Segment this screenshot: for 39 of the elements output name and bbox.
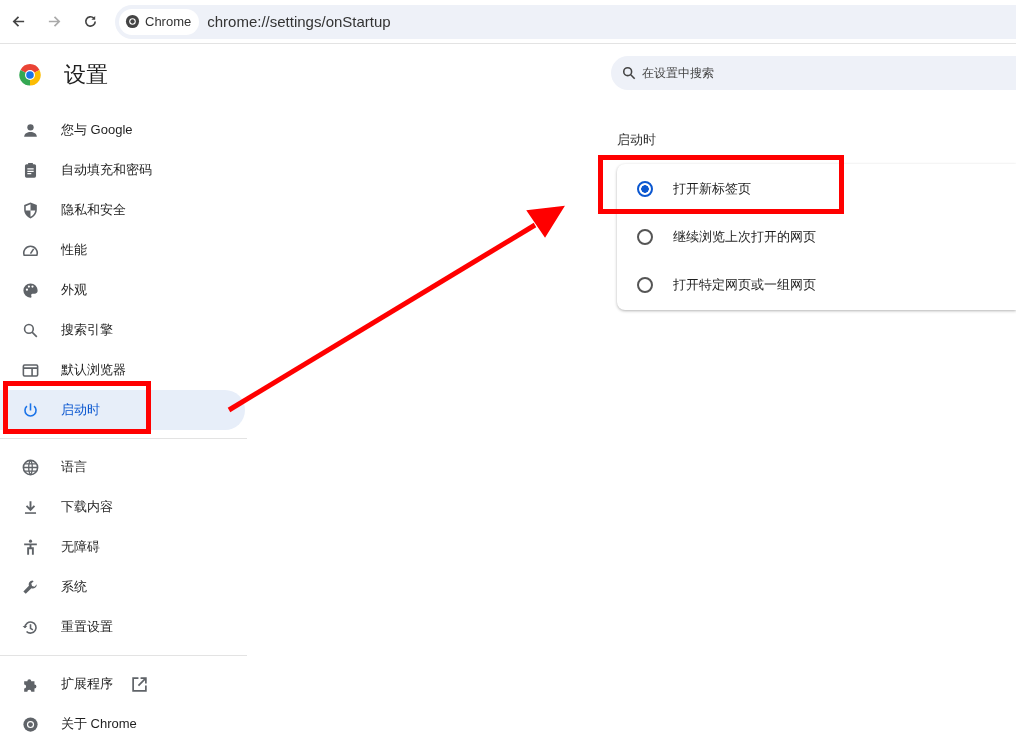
sidebar-item[interactable]: 关于 Chrome xyxy=(0,704,245,740)
sidebar-item[interactable]: 系统 xyxy=(0,567,245,607)
reload-icon[interactable] xyxy=(83,14,98,29)
chrome-logo-icon xyxy=(125,14,140,29)
sidebar-item[interactable]: 搜索引擎 xyxy=(0,310,245,350)
shield-icon xyxy=(21,200,40,220)
sidebar-item[interactable]: 外观 xyxy=(0,270,245,310)
radio-button[interactable] xyxy=(637,229,653,245)
sidebar-item[interactable]: 默认浏览器 xyxy=(0,350,245,390)
accessibility-icon xyxy=(21,537,40,557)
section-heading: 启动时 xyxy=(617,131,657,149)
chrome-logo-icon xyxy=(18,63,42,87)
sidebar-item[interactable]: 隐私和安全 xyxy=(0,190,245,230)
sidebar-item[interactable]: 启动时 xyxy=(0,390,245,430)
wrench-icon xyxy=(21,577,40,597)
address-bar[interactable]: Chrome chrome://settings/onStartup xyxy=(115,4,1016,39)
url-text: chrome://settings/onStartup xyxy=(207,13,391,30)
settings-title: 设置 xyxy=(64,61,108,89)
radio-button[interactable] xyxy=(637,181,653,197)
sidebar-item[interactable]: 自动填充和密码 xyxy=(0,150,245,190)
radio-button[interactable] xyxy=(637,277,653,293)
globe-icon xyxy=(21,457,40,477)
external-link-icon xyxy=(131,675,148,693)
sidebar-item[interactable]: 扩展程序 xyxy=(0,664,245,704)
sidebar-item[interactable]: 性能 xyxy=(0,230,245,270)
back-arrow-icon[interactable] xyxy=(11,14,26,29)
power-icon xyxy=(21,400,40,420)
sidebar-item[interactable]: 语言 xyxy=(0,447,245,487)
palette-icon xyxy=(21,280,40,300)
sidebar-item[interactable]: 无障碍 xyxy=(0,527,245,567)
site-chip[interactable]: Chrome xyxy=(119,8,200,35)
chrome-logo-icon xyxy=(21,714,40,734)
sidebar-item[interactable]: 下载内容 xyxy=(0,487,245,527)
option-label[interactable]: 打开特定网页或一组网页 xyxy=(673,276,816,294)
option-label[interactable]: 打开新标签页 xyxy=(673,180,751,198)
sidebar-item[interactable]: 重置设置 xyxy=(0,607,245,647)
sidebar-item[interactable]: 您与 Google xyxy=(0,110,245,150)
option-label[interactable]: 继续浏览上次打开的网页 xyxy=(673,228,816,246)
search-field[interactable]: 在设置中搜索 xyxy=(611,56,1016,90)
